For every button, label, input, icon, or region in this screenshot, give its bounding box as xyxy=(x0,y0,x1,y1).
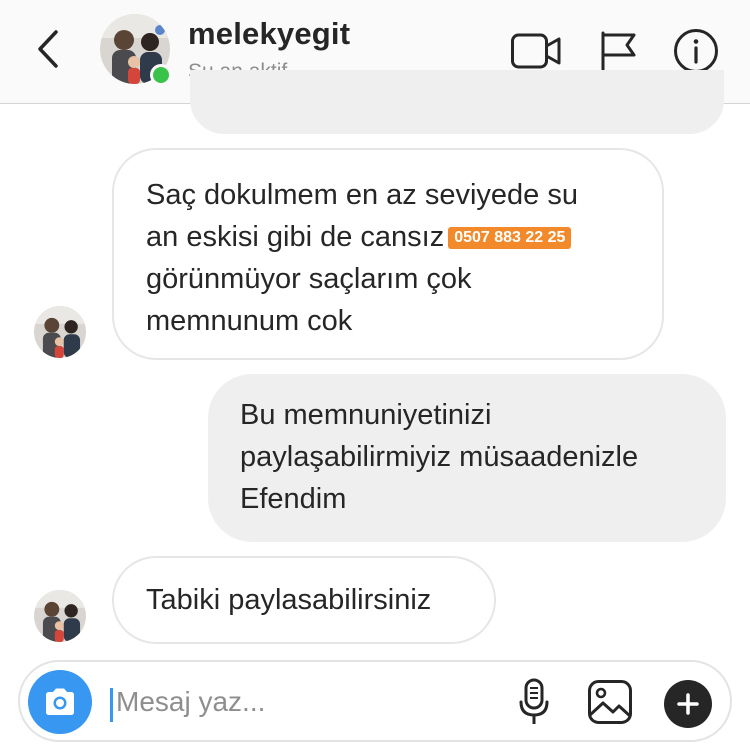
plus-icon xyxy=(677,693,699,715)
message-input[interactable] xyxy=(116,678,496,726)
message-text-line: Saç dokulmem en az seviyede su xyxy=(146,179,578,211)
voice-message-button[interactable] xyxy=(516,676,552,728)
sender-avatar[interactable] xyxy=(34,590,86,642)
contact-username[interactable]: melekyegit xyxy=(188,16,350,52)
outgoing-message-bubble: Bu memnuniyetinizi paylaşabilirmiyiz müs… xyxy=(208,374,726,542)
microphone-icon xyxy=(519,678,549,724)
report-button[interactable] xyxy=(596,26,640,76)
previous-message-bubble xyxy=(190,70,724,134)
message-text-line: memnunum cok xyxy=(146,305,353,337)
incoming-message-bubble: Saç dokulmem en az seviyede su an eskisi… xyxy=(112,148,664,360)
message-text-line: Efendim xyxy=(240,483,347,515)
gallery-button[interactable] xyxy=(586,676,634,728)
incoming-message-bubble: Tabiki paylasabilirsiniz xyxy=(112,556,496,644)
info-button[interactable] xyxy=(672,26,720,76)
message-text: an eskisi gibi de cansız xyxy=(146,221,445,253)
avatar-photo xyxy=(34,306,86,358)
more-options-button[interactable] xyxy=(664,680,712,728)
back-chevron-icon xyxy=(38,30,58,68)
message-text-line: an eskisi gibi de cansız 0507 883 22 25 xyxy=(146,216,630,258)
avatar-photo xyxy=(34,590,86,642)
message-text-line: görünmüyor saçlarım çok xyxy=(146,263,472,295)
message-composer xyxy=(18,660,732,742)
message-text-line: Tabiki paylasabilirsiniz xyxy=(146,584,432,616)
camera-button[interactable] xyxy=(28,670,92,734)
video-call-button[interactable] xyxy=(508,26,564,76)
back-button[interactable] xyxy=(28,26,68,72)
message-text-line: Bu memnuniyetinizi xyxy=(240,399,492,431)
flag-icon xyxy=(601,31,636,72)
video-camera-icon xyxy=(511,33,561,69)
camera-icon xyxy=(46,688,74,715)
online-indicator xyxy=(150,64,172,86)
sender-avatar[interactable] xyxy=(34,306,86,358)
phone-number-badge: 0507 883 22 25 xyxy=(448,227,572,249)
info-icon xyxy=(674,29,718,73)
gallery-icon xyxy=(588,680,632,724)
message-text-line: paylaşabilirmiyiz müsaadenizle xyxy=(240,441,639,473)
text-cursor xyxy=(110,688,113,722)
